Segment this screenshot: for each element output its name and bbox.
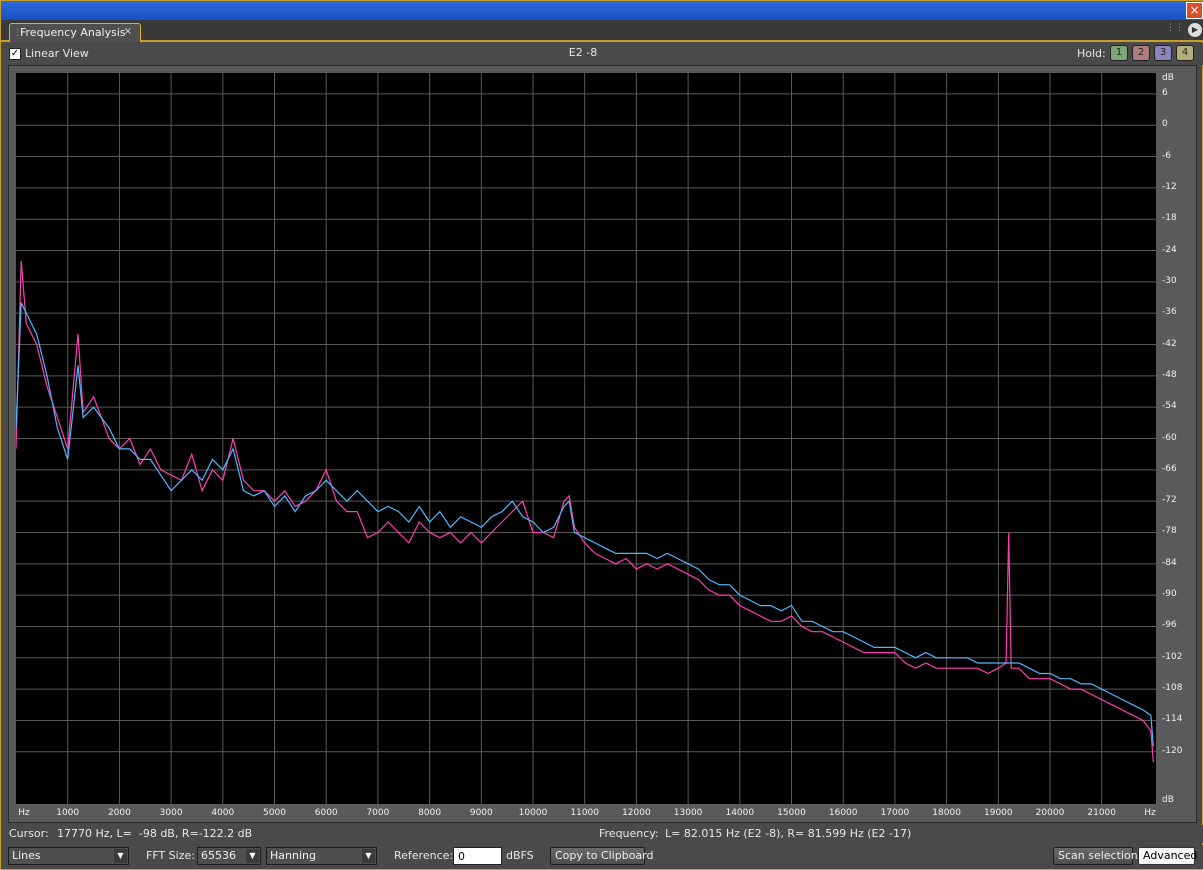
advanced-button[interactable]: Advanced bbox=[1138, 847, 1197, 865]
y-tick-label-9: -48 bbox=[1162, 369, 1177, 380]
window-function-value: Hanning bbox=[270, 849, 316, 862]
x-tick-label-15: 16000 bbox=[828, 808, 858, 818]
chevron-down-icon: ▼ bbox=[362, 849, 375, 863]
x-axis-labels: Hz 1000 2000 3000 4000 5000 6000 7000 8000 9000 10… bbox=[16, 806, 1186, 822]
x-tick-label-19: 20000 bbox=[1035, 808, 1065, 818]
reference-unit: dBFS bbox=[506, 849, 534, 862]
y-tick-label-0: 6 bbox=[1162, 87, 1168, 98]
x-tick-label-0: 1000 bbox=[56, 808, 80, 818]
scan-selection-button[interactable]: Scan selection bbox=[1053, 847, 1138, 865]
y-tick-label-10: -54 bbox=[1162, 401, 1177, 412]
y-tick-label-18: -102 bbox=[1162, 651, 1183, 662]
x-tick-label-16: 17000 bbox=[880, 808, 910, 818]
x-tick-label-1: 2000 bbox=[107, 808, 131, 818]
hold-button-4[interactable]: 4 bbox=[1176, 45, 1194, 61]
y-tick-label-5: -24 bbox=[1162, 244, 1177, 255]
x-tick-label-17: 18000 bbox=[932, 808, 961, 818]
hold-label: Hold: bbox=[1077, 47, 1106, 60]
x-unit-label-right: Hz bbox=[1144, 808, 1156, 818]
frequency-analysis-window: × ⋮ Frequency Analysis × ⋮⋮ ▶ ✓ Linear V… bbox=[0, 0, 1203, 870]
window-titlebar: × bbox=[1, 1, 1203, 20]
x-tick-label-10: 11000 bbox=[570, 808, 600, 818]
reference-input[interactable] bbox=[453, 847, 502, 865]
y-tick-label-21: -120 bbox=[1162, 745, 1183, 756]
tab-title: Frequency Analysis bbox=[20, 26, 126, 39]
x-tick-label-2: 3000 bbox=[159, 808, 183, 818]
fft-size-select[interactable]: 65536 ▼ bbox=[197, 847, 261, 865]
y-tick-label-1: 0 bbox=[1162, 119, 1168, 130]
y-tick-label-15: -84 bbox=[1162, 557, 1177, 568]
y-axis-labels: dB 6 0 -6 -12 -18 -24 -30 -36 -42 -48 -54 -60 -66 -72 -… bbox=[1158, 73, 1196, 813]
note-display: E2 -8 bbox=[568, 46, 598, 59]
x-tick-label-14: 15000 bbox=[777, 808, 806, 818]
x-tick-label-13: 14000 bbox=[725, 808, 755, 818]
hold-button-1[interactable]: 1 bbox=[1110, 45, 1128, 61]
linear-view-label: Linear View bbox=[25, 47, 89, 60]
reference-label: Reference: bbox=[394, 849, 454, 862]
y-tick-label-11: -60 bbox=[1162, 432, 1177, 443]
spectrum-chart[interactable] bbox=[16, 73, 1156, 804]
spectrum-plot[interactable] bbox=[16, 73, 1156, 804]
window-function-select[interactable]: Hanning ▼ bbox=[266, 847, 377, 865]
y-tick-label-2: -6 bbox=[1162, 150, 1171, 161]
y-tick-label-8: -42 bbox=[1162, 338, 1177, 349]
x-tick-label-4: 5000 bbox=[263, 808, 286, 818]
fft-size-label: FFT Size: bbox=[146, 849, 195, 862]
linear-view-checkbox[interactable]: ✓ bbox=[9, 48, 21, 60]
x-tick-label-5: 6000 bbox=[314, 808, 338, 818]
fft-size-value: 65536 bbox=[201, 849, 236, 862]
x-unit-label-left: Hz bbox=[18, 808, 30, 818]
chevron-down-icon: ▼ bbox=[114, 849, 127, 863]
x-tick-label-11: 12000 bbox=[622, 808, 651, 818]
x-tick-label-8: 9000 bbox=[469, 808, 493, 818]
status-bar: Cursor: 17770 Hz, L= -98 dB, R=-122.2 dB… bbox=[1, 825, 1203, 843]
analysis-topbar: ✓ Linear View E2 -8 Hold: 1 2 3 4 bbox=[1, 43, 1203, 65]
y-tick-label-6: -30 bbox=[1162, 275, 1177, 286]
hold-button-2[interactable]: 2 bbox=[1132, 45, 1150, 61]
cursor-readout: 17770 Hz, L= -98 dB, R=-122.2 dB bbox=[57, 827, 253, 840]
x-tick-label-7: 8000 bbox=[418, 808, 442, 818]
y-tick-label-17: -96 bbox=[1162, 620, 1177, 631]
frequency-readout: L= 82.015 Hz (E2 -8), R= 81.599 Hz (E2 -… bbox=[665, 827, 912, 840]
graph-type-value: Lines bbox=[12, 849, 41, 862]
tab-frequency-analysis[interactable]: ⋮ Frequency Analysis × bbox=[9, 23, 141, 42]
drag-grip-icon[interactable]: ⋮ bbox=[13, 28, 22, 38]
frequency-label: Frequency: bbox=[599, 827, 659, 840]
y-tick-label-19: -108 bbox=[1162, 683, 1183, 694]
x-tick-label-9: 10000 bbox=[518, 808, 548, 818]
panel-grip-icon[interactable]: ⋮⋮ bbox=[1166, 23, 1184, 33]
y-tick-label-16: -90 bbox=[1162, 589, 1177, 600]
panel-tabstrip: ⋮ Frequency Analysis × ⋮⋮ ▶ bbox=[1, 20, 1203, 42]
cursor-label: Cursor: bbox=[9, 827, 49, 840]
chevron-down-icon: ▼ bbox=[246, 849, 259, 863]
tab-close-icon[interactable]: × bbox=[124, 26, 132, 37]
y-tick-label-13: -72 bbox=[1162, 495, 1177, 506]
copy-to-clipboard-button[interactable]: Copy to Clipboard bbox=[550, 847, 653, 865]
y-tick-label-7: -36 bbox=[1162, 307, 1177, 318]
window-close-button[interactable]: × bbox=[1186, 2, 1203, 19]
panel-menu-icon[interactable]: ▶ bbox=[1188, 23, 1202, 37]
y-tick-label-4: -18 bbox=[1162, 213, 1177, 224]
x-tick-label-20: 21000 bbox=[1087, 808, 1117, 818]
y-tick-label-14: -78 bbox=[1162, 526, 1177, 537]
x-tick-label-18: 19000 bbox=[983, 808, 1013, 818]
y-tick-label-20: -114 bbox=[1162, 714, 1183, 725]
graph-type-select[interactable]: Lines ▼ bbox=[8, 847, 129, 865]
y-tick-label-3: -12 bbox=[1162, 181, 1177, 192]
y-unit-label-bottom: dB bbox=[1162, 795, 1174, 805]
x-tick-label-12: 13000 bbox=[673, 808, 703, 818]
controls-bar: Lines ▼ FFT Size: 65536 ▼ Hanning ▼ Refe… bbox=[1, 845, 1203, 869]
grid-lines bbox=[16, 73, 1156, 804]
y-unit-label-top: dB bbox=[1162, 73, 1174, 83]
x-tick-label-3: 4000 bbox=[211, 808, 235, 818]
x-tick-label-6: 7000 bbox=[366, 808, 390, 818]
y-tick-label-12: -66 bbox=[1162, 463, 1177, 474]
hold-button-3[interactable]: 3 bbox=[1154, 45, 1172, 61]
